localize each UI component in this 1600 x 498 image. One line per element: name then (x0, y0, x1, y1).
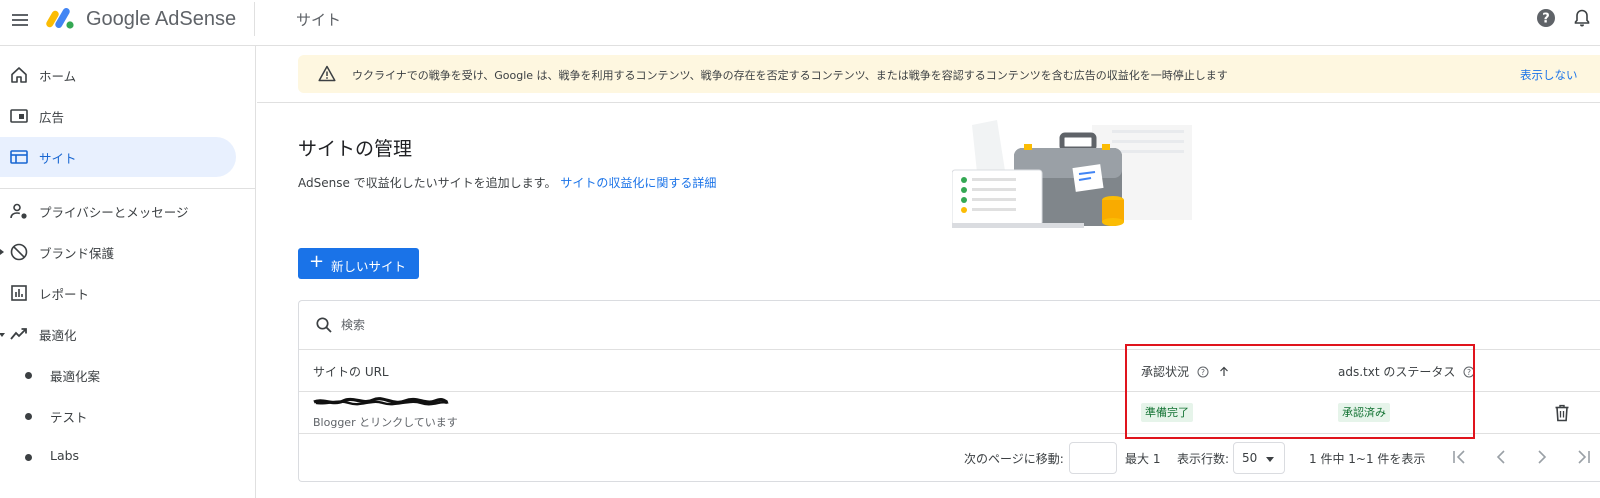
sidebar-item-experiments[interactable]: テスト (0, 396, 236, 436)
description-text: AdSense で収益化したいサイトを追加します。 (298, 176, 557, 190)
sidebar-item-reports[interactable]: レポート (0, 273, 236, 313)
column-header-approval[interactable]: 承認状況 ? (1141, 363, 1229, 380)
help-outline-icon[interactable]: ? (1463, 366, 1475, 378)
sites-table-card: サイトの URL 承認状況 ? ads.txt のステータス ? Blogge (298, 300, 1600, 482)
banner-dismiss-button[interactable]: 表示しない (1520, 67, 1578, 83)
privacy-person-icon (10, 203, 27, 219)
column-header-url: サイトの URL (313, 365, 389, 379)
web-icon (10, 150, 28, 164)
column-header-label: 承認状況 (1141, 365, 1190, 379)
help-circle-icon[interactable]: ? (1536, 8, 1556, 28)
warning-icon (318, 65, 336, 82)
bell-icon[interactable] (1572, 8, 1592, 28)
new-site-button[interactable]: + 新しいサイト (298, 248, 419, 279)
block-icon (10, 243, 28, 261)
search-icon (316, 317, 332, 333)
top-app-bar: Google AdSense サイト ? (0, 0, 1600, 46)
sidebar-item-brand-protection[interactable]: ブランド保護 (0, 232, 236, 272)
table-pagination: 次のページに移動: 最大 1 表示行数: 50 1 件中 1~1 件を表示 (299, 434, 1600, 482)
sidebar-item-label: 最適化 (39, 328, 77, 343)
sidebar-item-label: レポート (39, 287, 90, 302)
column-header-ads-txt: ads.txt のステータス ? (1338, 363, 1475, 380)
sidebar-item-label: テスト (50, 410, 88, 425)
ads-txt-status-badge: 承認済み (1338, 403, 1390, 422)
page-description: AdSense で収益化したいサイトを追加します。 サイトの収益化に関する詳細 (298, 174, 716, 191)
redacted-site-url (313, 397, 449, 406)
sidebar-item-label: ホーム (39, 69, 77, 84)
max-page-label: 最大 1 (1125, 452, 1161, 466)
banner-message: ウクライナでの戦争を受け、Google は、戦争を利用するコンテンツ、戦争の存在… (352, 69, 1228, 82)
new-site-button-label: 新しいサイト (331, 259, 407, 274)
page-range-label: 1 件中 1~1 件を表示 (1309, 452, 1426, 466)
header-divider (254, 2, 255, 36)
svg-text:?: ? (1467, 368, 1471, 377)
dropdown-arrow-icon (1266, 457, 1274, 462)
search-input[interactable] (341, 315, 941, 335)
brand-name: Google AdSense (86, 8, 237, 30)
last-page-icon[interactable] (1572, 446, 1594, 468)
previous-page-icon[interactable] (1490, 446, 1512, 468)
goto-page-label: 次のページに移動: (964, 452, 1064, 466)
sidebar-item-labs[interactable]: Labs (0, 437, 236, 477)
home-icon (11, 67, 27, 83)
sidebar-item-suggestions[interactable]: 最適化案 (0, 355, 236, 395)
ad-unit-icon (10, 109, 28, 123)
table-row: Blogger とリンクしています 準備完了 承認済み (299, 392, 1600, 434)
next-page-icon[interactable] (1531, 446, 1553, 468)
sidebar-item-label: プライバシーとメッセージ (39, 205, 189, 220)
approval-status-badge: 準備完了 (1141, 403, 1193, 422)
bullet-icon (25, 372, 32, 379)
svg-text:?: ? (1201, 368, 1205, 377)
arrow-up-icon[interactable] (1219, 366, 1229, 377)
rows-per-page-label: 表示行数: (1177, 452, 1230, 466)
goto-page-input[interactable] (1069, 442, 1117, 474)
bar-chart-icon (11, 285, 27, 301)
sidebar-nav: ホーム 広告 サイト プライバシーとメッセージ ブランド保護 レポート 最適化 … (0, 46, 256, 498)
page-title: サイトの管理 (298, 138, 413, 160)
table-search-row (299, 301, 1600, 350)
sidebar-item-ads[interactable]: 広告 (0, 96, 236, 136)
table-header-row: サイトの URL 承認状況 ? ads.txt のステータス ? (299, 350, 1600, 392)
caret-down-icon (0, 333, 5, 337)
sidebar-item-privacy[interactable]: プライバシーとメッセージ (0, 191, 236, 231)
site-link-note: Blogger とリンクしています (313, 416, 458, 429)
svg-text:?: ? (1542, 12, 1550, 27)
bullet-icon (25, 413, 32, 420)
page-heading: サイト (296, 11, 342, 29)
learn-more-link[interactable]: サイトの収益化に関する詳細 (560, 176, 716, 190)
plus-icon: + (309, 251, 325, 272)
caret-right-icon (0, 249, 4, 255)
sidebar-item-label: サイト (39, 151, 77, 166)
sites-illustration (952, 120, 1192, 228)
rows-per-page-value: 50 (1242, 451, 1258, 465)
delete-icon[interactable] (1554, 404, 1570, 422)
notice-banner: ウクライナでの戦争を受け、Google は、戦争を利用するコンテンツ、戦争の存在… (298, 55, 1600, 93)
sidebar-item-label: Labs (50, 448, 80, 463)
sidebar-item-label: 最適化案 (50, 369, 101, 384)
rows-per-page-select[interactable]: 50 (1233, 442, 1285, 474)
first-page-icon[interactable] (1449, 446, 1471, 468)
trending-up-icon (10, 328, 27, 340)
bullet-icon (25, 454, 32, 461)
content-divider (257, 102, 1600, 103)
sidebar-item-optimization[interactable]: 最適化 (0, 314, 236, 354)
sidebar-divider (0, 188, 256, 189)
sidebar-item-home[interactable]: ホーム (0, 55, 236, 95)
help-outline-icon[interactable]: ? (1197, 366, 1209, 378)
adsense-logo-icon (46, 8, 74, 29)
column-header-label: ads.txt のステータス (1338, 365, 1456, 379)
sidebar-item-label: ブランド保護 (39, 246, 115, 261)
menu-icon[interactable] (10, 10, 30, 30)
sidebar-item-sites[interactable]: サイト (0, 137, 236, 177)
sidebar-item-label: 広告 (39, 110, 65, 125)
